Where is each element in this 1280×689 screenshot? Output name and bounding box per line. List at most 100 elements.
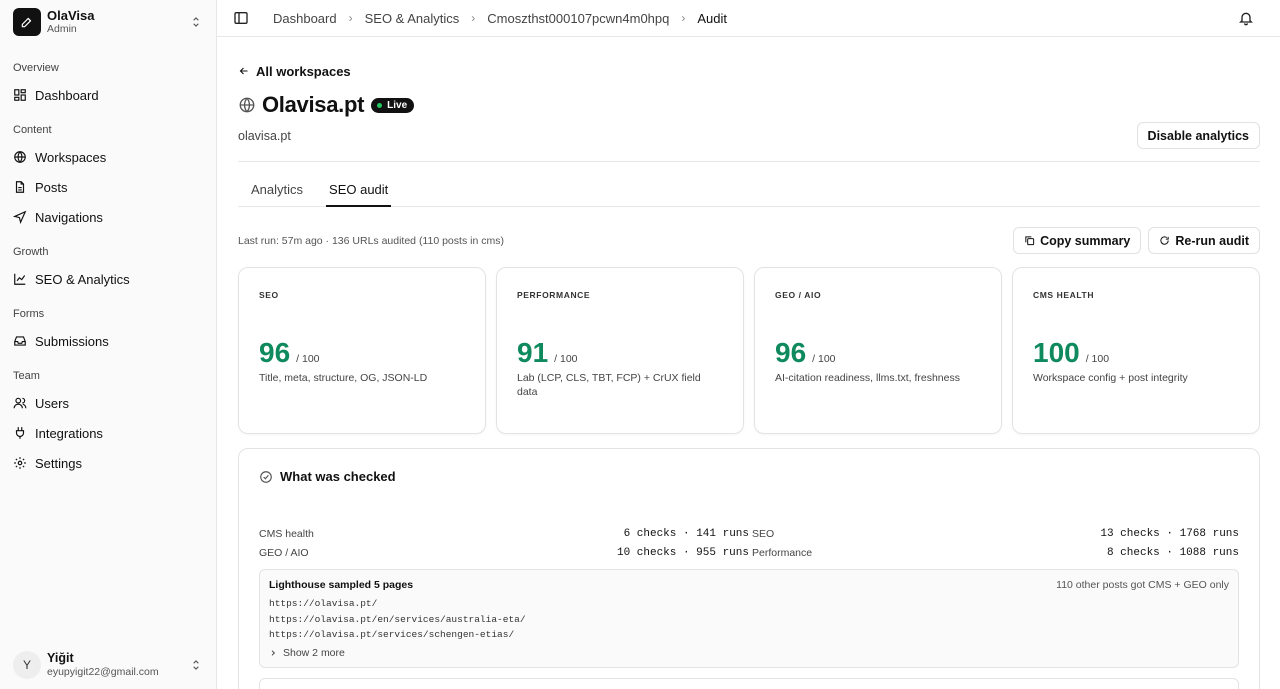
refresh-icon xyxy=(1160,236,1170,245)
sidebar-item-navigations[interactable]: Navigations xyxy=(0,202,216,232)
score-card-performance: PERFORMANCE 91 / 100 Lab (LCP, CLS, TBT,… xyxy=(496,267,744,434)
score-max: / 100 xyxy=(554,353,578,365)
card-description: AI-citation readiness, llms.txt, freshne… xyxy=(775,372,960,384)
chevron-right-icon: › xyxy=(348,11,353,25)
sidebar-item-label: Posts xyxy=(35,179,68,195)
avatar: Y xyxy=(13,651,41,679)
brand-name: OlaVisa xyxy=(47,8,95,23)
brand-role: Admin xyxy=(47,23,77,35)
section-title: What was checked xyxy=(280,469,396,484)
check-category: GEO / AIO xyxy=(259,546,309,559)
copy-summary-button[interactable]: Copy summary xyxy=(1013,227,1142,254)
sidebar-item-integrations[interactable]: Integrations xyxy=(0,418,216,448)
sidebar-item-label: Submissions xyxy=(35,333,109,349)
tab-analytics[interactable]: Analytics xyxy=(248,182,306,207)
status-badge-label: Live xyxy=(387,99,408,111)
score-card-geo-aio: GEO / AIO 96 / 100 AI-citation readiness… xyxy=(754,267,1002,434)
breadcrumb-dashboard[interactable]: Dashboard xyxy=(273,11,337,26)
sidebar-item-workspaces[interactable]: Workspaces xyxy=(0,142,216,172)
card-label: CMS HEALTH xyxy=(1033,290,1095,300)
card-label: SEO xyxy=(259,290,279,300)
sidebar-item-label: Settings xyxy=(35,455,82,471)
card-description: Title, meta, structure, OG, JSON-LD xyxy=(259,372,428,384)
card-label: PERFORMANCE xyxy=(517,290,591,300)
live-dot-icon xyxy=(377,102,383,108)
show-more-toggle[interactable]: Show 2 more xyxy=(269,647,1229,659)
globe-icon xyxy=(239,97,255,113)
sidebar-item-submissions[interactable]: Submissions xyxy=(0,326,216,356)
chevron-right-icon xyxy=(271,649,276,656)
check-metric: 13 checks · 1768 runs xyxy=(1100,527,1239,540)
check-row: SEO 13 checks · 1768 runs xyxy=(749,524,1239,543)
score-card-seo: SEO 96 / 100 Title, meta, structure, OG,… xyxy=(238,267,486,434)
gear-icon xyxy=(14,457,26,469)
status-badge: Live xyxy=(371,97,415,113)
all-workspaces-link[interactable]: All workspaces xyxy=(238,63,1260,79)
tab-bar: Analytics SEO audit xyxy=(238,182,1260,207)
lighthouse-sample-box: Lighthouse sampled 5 pages 110 other pos… xyxy=(259,569,1239,668)
bell-icon[interactable] xyxy=(1238,10,1254,26)
user-menu[interactable]: Y Yiğit eyupyigit22@gmail.com xyxy=(0,647,216,683)
score-max: / 100 xyxy=(1085,353,1110,365)
nav-group-label: Growth xyxy=(13,246,49,258)
breadcrumb: Dashboard › SEO & Analytics › Cmoszthst0… xyxy=(273,11,727,26)
sampled-url: https://olavisa.pt/en/services/australia… xyxy=(269,613,526,625)
topbar: Dashboard › SEO & Analytics › Cmoszthst0… xyxy=(217,0,1280,37)
arrow-left-icon xyxy=(239,67,248,75)
nav-group-label: Overview xyxy=(13,62,59,74)
sidebar-item-dashboard[interactable]: Dashboard xyxy=(0,80,216,110)
what-was-checked-panel: What was checked CMS health 6 checks · 1… xyxy=(238,448,1260,689)
breadcrumb-seo-analytics[interactable]: SEO & Analytics xyxy=(365,11,460,26)
page-title: Olavisa.pt xyxy=(262,92,365,117)
layout-grid-icon xyxy=(14,89,26,101)
sidebar-item-label: Users xyxy=(35,395,69,411)
user-name: Yiğit xyxy=(47,651,74,665)
rerun-audit-button[interactable]: Re-run audit xyxy=(1148,227,1260,254)
check-summary-grid: CMS health 6 checks · 141 runs SEO 13 ch… xyxy=(259,524,1239,562)
chevron-right-icon: › xyxy=(681,11,686,25)
file-text-icon xyxy=(15,181,25,193)
user-email: eyupyigit22@gmail.com xyxy=(47,666,159,678)
score-max: / 100 xyxy=(296,353,320,365)
chevrons-up-down-icon xyxy=(193,660,199,670)
check-category: CMS health xyxy=(259,527,314,540)
chevron-right-icon: › xyxy=(471,11,476,25)
sidebar-item-seo-analytics[interactable]: SEO & Analytics xyxy=(0,264,216,294)
score-max: / 100 xyxy=(812,353,836,365)
sidebar-item-label: SEO & Analytics xyxy=(35,271,130,287)
breadcrumb-workspace[interactable]: Cmoszthst000107pcwn4m0hpq xyxy=(487,11,669,26)
score-value: 96 xyxy=(259,337,291,368)
score-value: 96 xyxy=(775,337,807,368)
sitemap-box[interactable]: Sitemap: 136 URLs found xyxy=(259,677,1239,689)
back-link-label: All workspaces xyxy=(256,63,351,79)
sidebar-item-posts[interactable]: Posts xyxy=(0,172,216,202)
check-circle-icon xyxy=(260,470,272,483)
sidebar-item-label: Integrations xyxy=(35,425,103,441)
score-cards: SEO 96 / 100 Title, meta, structure, OG,… xyxy=(238,267,1260,434)
sidebar-toggle-icon[interactable] xyxy=(233,10,249,26)
lighthouse-note: 110 other posts got CMS + GEO only xyxy=(1056,579,1229,591)
check-metric: 8 checks · 1088 runs xyxy=(1106,546,1239,559)
card-description: Lab (LCP, CLS, TBT, FCP) + CrUX field da… xyxy=(517,372,701,398)
chevrons-up-down-icon xyxy=(193,17,199,27)
check-category: Performance xyxy=(752,546,813,559)
workspace-switcher[interactable]: OlaVisa Admin xyxy=(0,0,216,44)
site-domain: olavisa.pt xyxy=(238,128,291,143)
globe-icon xyxy=(14,151,26,163)
nav-group-label: Forms xyxy=(13,308,45,320)
breadcrumb-current: Audit xyxy=(697,10,728,26)
disable-analytics-button[interactable]: Disable analytics xyxy=(1136,122,1260,149)
last-run-status: Last run: 57m ago · 136 URLs audited (11… xyxy=(238,234,504,247)
sampled-url: https://olavisa.pt/ xyxy=(269,598,378,609)
score-value: 100 xyxy=(1033,337,1080,368)
tab-seo-audit[interactable]: SEO audit xyxy=(326,182,392,207)
sidebar-item-users[interactable]: Users xyxy=(0,388,216,418)
what-was-checked-header: What was checked xyxy=(259,469,1239,484)
copy-icon xyxy=(1025,236,1035,246)
score-card-cms-health: CMS HEALTH 100 / 100 Workspace config + … xyxy=(1012,267,1260,434)
sidebar-item-settings[interactable]: Settings xyxy=(0,448,216,478)
copy-summary-label: Copy summary xyxy=(1040,233,1131,248)
navigation-icon xyxy=(13,210,27,224)
check-row: Performance 8 checks · 1088 runs xyxy=(749,543,1239,562)
sidebar: OlaVisa Admin Overview Dashboard Content… xyxy=(0,0,217,689)
